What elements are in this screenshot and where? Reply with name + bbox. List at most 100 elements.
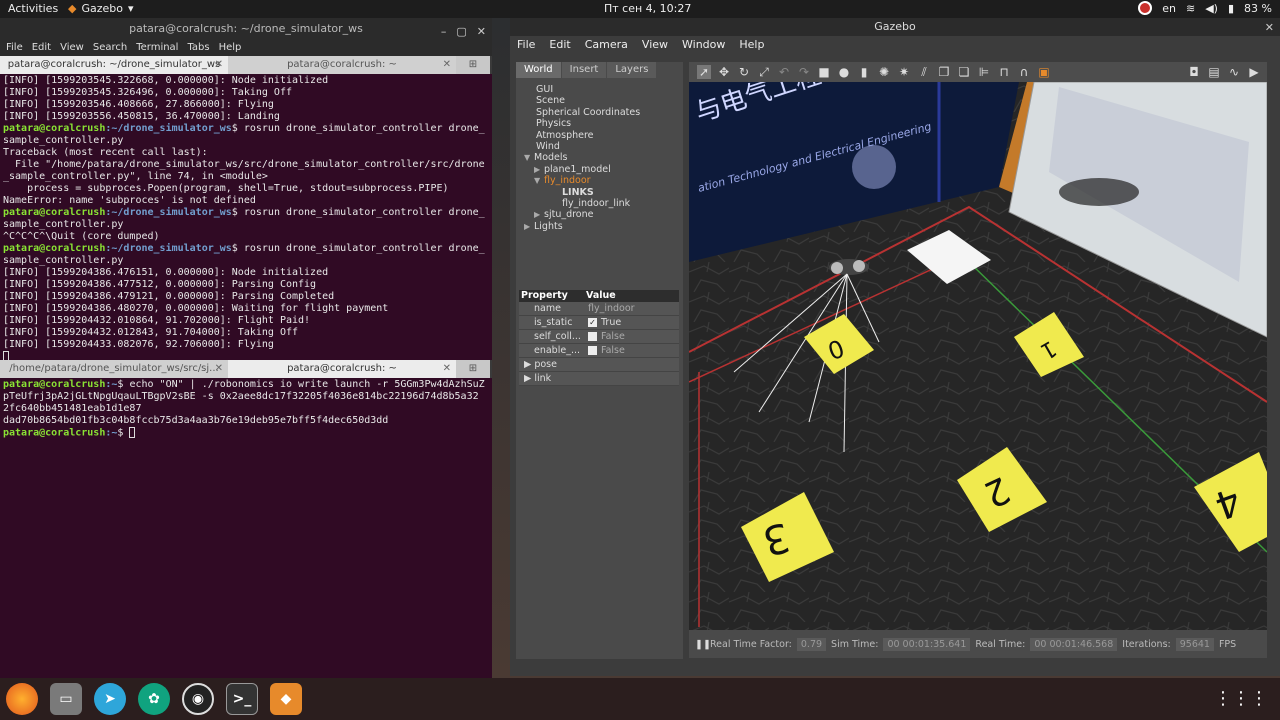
menu-help[interactable]: Help bbox=[739, 36, 764, 54]
menu-help[interactable]: Help bbox=[219, 40, 242, 56]
screenshot-icon[interactable]: ◘ bbox=[1187, 65, 1201, 79]
tree-sjtu[interactable]: ▶ sjtu_drone bbox=[520, 209, 683, 220]
terminal-window[interactable]: patara@coralcrush: ~/drone_simulator_ws … bbox=[0, 18, 492, 678]
tab-drone-ws[interactable]: patara@coralcrush: ~/drone_simulator_ws … bbox=[0, 56, 228, 74]
change-view-icon[interactable]: ▣ bbox=[1037, 65, 1051, 79]
paste-icon[interactable]: ❏ bbox=[957, 65, 971, 79]
prop-row-enable[interactable]: enable_... False bbox=[519, 344, 679, 358]
prop-link[interactable]: ▶ link bbox=[519, 372, 679, 386]
language-indicator[interactable]: en bbox=[1162, 2, 1176, 15]
menu-view[interactable]: View bbox=[60, 40, 84, 56]
tree-fly-indoor[interactable]: ▼ fly_indoor bbox=[520, 175, 683, 186]
box-shape-icon[interactable]: ■ bbox=[817, 65, 831, 79]
prop-row-name[interactable]: name fly_indoor bbox=[519, 302, 679, 316]
tab-layers[interactable]: Layers bbox=[607, 62, 657, 78]
volume-icon[interactable]: ◀) bbox=[1205, 2, 1218, 15]
scene-render[interactable]: 与电气工程研究院 ation Technology and Electrical… bbox=[689, 82, 1267, 630]
gazebo-window[interactable]: Gazebo ✕ File Edit Camera View Window He… bbox=[510, 18, 1280, 676]
menu-edit[interactable]: Edit bbox=[32, 40, 51, 56]
align-icon[interactable]: ⊫ bbox=[977, 65, 991, 79]
firefox-icon[interactable] bbox=[6, 683, 38, 715]
tree-plane[interactable]: ▶ plane1_model bbox=[520, 164, 683, 175]
menu-view[interactable]: View bbox=[642, 36, 668, 54]
tab-world[interactable]: World bbox=[516, 62, 561, 78]
redo-icon[interactable]: ↷ bbox=[797, 65, 811, 79]
new-tab-icon[interactable]: ⊞ bbox=[456, 360, 490, 378]
gazebo-icon[interactable]: ◆ bbox=[270, 683, 302, 715]
menu-file[interactable]: File bbox=[517, 36, 535, 54]
checkbox-unchecked[interactable] bbox=[588, 332, 597, 341]
tree-atmosphere[interactable]: Atmosphere bbox=[520, 130, 683, 141]
expand-right-icon[interactable]: ▶ bbox=[534, 209, 544, 220]
gazebo-titlebar[interactable]: Gazebo ✕ bbox=[510, 18, 1280, 36]
menu-terminal[interactable]: Terminal bbox=[136, 40, 178, 56]
expand-right-icon[interactable]: ▶ bbox=[524, 221, 534, 232]
robonomics-tray-icon[interactable] bbox=[1138, 1, 1153, 15]
prop-row-static[interactable]: is_static ✓ True bbox=[519, 316, 679, 330]
new-tab-icon[interactable]: ⊞ bbox=[456, 56, 490, 74]
close-icon[interactable]: ✕ bbox=[1265, 19, 1274, 37]
menu-search[interactable]: Search bbox=[93, 40, 127, 56]
tab-sjtu-src[interactable]: /home/patara/drone_simulator_ws/src/sj..… bbox=[0, 360, 228, 378]
maximize-icon[interactable]: ▢ bbox=[456, 21, 466, 43]
select-mode-icon[interactable]: ➚ bbox=[697, 65, 711, 79]
menu-file[interactable]: File bbox=[6, 40, 23, 56]
sphere-shape-icon[interactable]: ● bbox=[837, 65, 851, 79]
menu-edit[interactable]: Edit bbox=[549, 36, 570, 54]
tree-gui[interactable]: GUI bbox=[520, 84, 683, 95]
menu-window[interactable]: Window bbox=[682, 36, 725, 54]
pause-icon[interactable]: ❚❚ bbox=[695, 639, 711, 650]
copy-icon[interactable]: ❐ bbox=[937, 65, 951, 79]
expand-right-icon[interactable]: ▶ bbox=[524, 359, 534, 370]
prop-pose[interactable]: ▶ pose bbox=[519, 358, 679, 372]
terminal-titlebar[interactable]: patara@coralcrush: ~/drone_simulator_ws … bbox=[0, 18, 492, 40]
wifi-icon[interactable]: ≋ bbox=[1186, 2, 1195, 15]
terminal-icon[interactable]: >_ bbox=[226, 683, 258, 715]
terminal-output-bottom[interactable]: patara@coralcrush:~$ echo "ON" | ./robon… bbox=[0, 378, 492, 660]
telegram-icon[interactable]: ➤ bbox=[94, 683, 126, 715]
tab-insert[interactable]: Insert bbox=[561, 62, 607, 78]
tree-fly-link[interactable]: fly_indoor_link bbox=[520, 198, 683, 209]
close-icon[interactable]: ✕ bbox=[443, 360, 451, 378]
point-light-icon[interactable]: ✺ bbox=[877, 65, 891, 79]
tab-home-active[interactable]: patara@coralcrush: ~ ✕ bbox=[228, 360, 456, 378]
expand-down-icon[interactable]: ▼ bbox=[534, 175, 544, 186]
close-icon[interactable]: ✕ bbox=[477, 21, 486, 43]
menu-tabs[interactable]: Tabs bbox=[187, 40, 209, 56]
battery-icon[interactable]: ▮ bbox=[1228, 2, 1234, 15]
tree-scene[interactable]: Scene bbox=[520, 95, 683, 106]
scale-mode-icon[interactable]: ⤢ bbox=[757, 65, 771, 80]
system-tray[interactable]: en ≋ ◀) ▮ 83 % bbox=[1138, 1, 1272, 15]
video-icon[interactable]: ▶ bbox=[1247, 65, 1261, 79]
menu-camera[interactable]: Camera bbox=[585, 36, 628, 54]
tree-wind[interactable]: Wind bbox=[520, 141, 683, 152]
minimize-icon[interactable]: – bbox=[441, 21, 447, 43]
spot-light-icon[interactable]: ✷ bbox=[897, 65, 911, 79]
tree-spherical[interactable]: Spherical Coordinates bbox=[520, 107, 683, 118]
directional-light-icon[interactable]: ⫽ bbox=[917, 65, 931, 80]
tree-lights[interactable]: ▶ Lights bbox=[520, 221, 683, 232]
magnet-icon[interactable]: ∩ bbox=[1017, 65, 1031, 79]
plot-icon[interactable]: ∿ bbox=[1227, 65, 1241, 79]
obs-icon[interactable]: ◉ bbox=[182, 683, 214, 715]
cylinder-shape-icon[interactable]: ▮ bbox=[857, 65, 871, 79]
show-apps-icon[interactable]: ⋮⋮⋮ bbox=[1214, 688, 1268, 709]
close-icon[interactable]: ✕ bbox=[215, 56, 223, 74]
expand-down-icon[interactable]: ▼ bbox=[524, 152, 534, 163]
translate-mode-icon[interactable]: ✥ bbox=[717, 65, 731, 79]
chatgpt-icon[interactable]: ✿ bbox=[138, 683, 170, 715]
snap-icon[interactable]: ⊓ bbox=[997, 65, 1011, 79]
expand-right-icon[interactable]: ▶ bbox=[524, 373, 534, 384]
3d-viewport[interactable]: ➚ ✥ ↻ ⤢ ↶ ↷ ■ ● ▮ ✺ ✷ ⫽ ❐ ❏ ⊫ ⊓ ∩ ▣ ◘ ▤ … bbox=[689, 62, 1267, 658]
checkbox-unchecked[interactable] bbox=[588, 346, 597, 355]
activities-button[interactable]: Activities bbox=[8, 2, 58, 15]
close-icon[interactable]: ✕ bbox=[215, 360, 223, 378]
expand-right-icon[interactable]: ▶ bbox=[534, 164, 544, 175]
tab-home[interactable]: patara@coralcrush: ~ ✕ bbox=[228, 56, 456, 74]
prop-row-self-collide[interactable]: self_coll... False bbox=[519, 330, 679, 344]
tree-physics[interactable]: Physics bbox=[520, 118, 683, 129]
tree-models[interactable]: ▼ Models bbox=[520, 152, 683, 163]
files-icon[interactable]: ▭ bbox=[50, 683, 82, 715]
terminal-output-top[interactable]: [INFO] [1599203545.322668, 0.000000]: No… bbox=[0, 74, 492, 360]
rotate-mode-icon[interactable]: ↻ bbox=[737, 65, 751, 79]
